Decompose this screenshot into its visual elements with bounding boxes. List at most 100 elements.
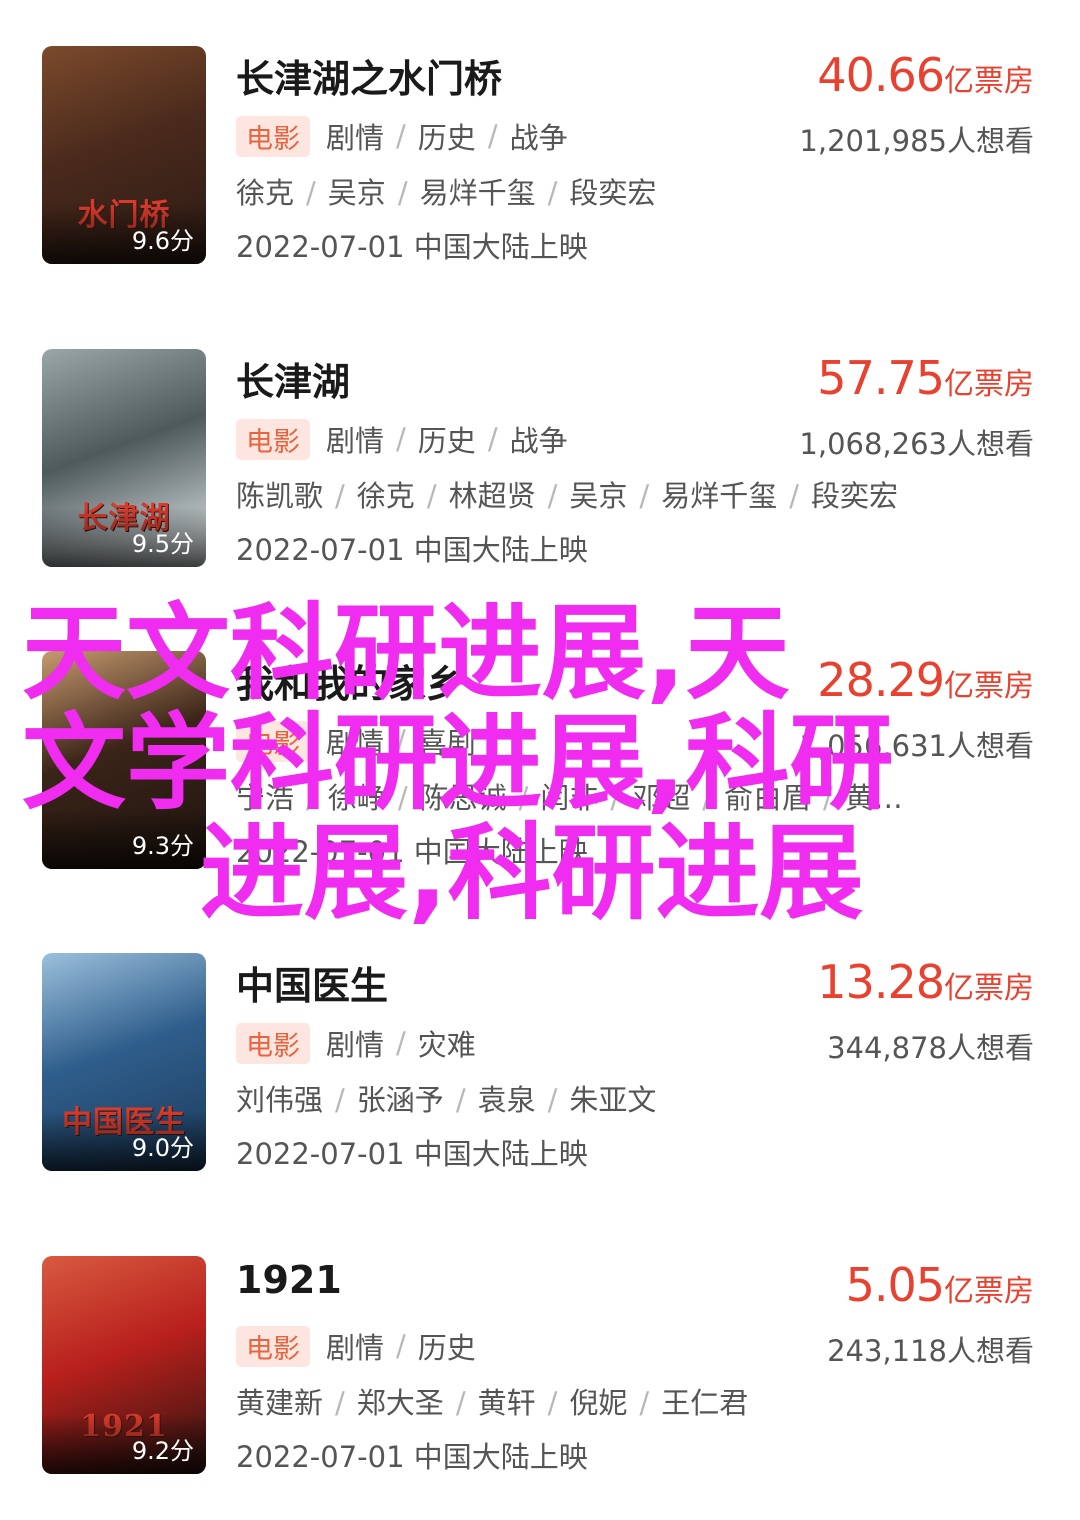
- rating-score: 9.6分: [131, 227, 194, 255]
- separator: /: [639, 1386, 650, 1420]
- category-tag: 电影: [236, 1325, 310, 1367]
- release-info: 2022-07-01 中国大陆上映: [236, 533, 588, 567]
- separator: /: [335, 479, 345, 513]
- movie-title[interactable]: 我和我的家乡: [236, 653, 464, 708]
- movie-list-item[interactable]: 19219.2分 1921 5.05亿票房电影剧情 / 历史 243,118人想看黄建新 /…: [0, 1256, 1080, 1496]
- box-office-unit: 亿票房: [944, 971, 1034, 1006]
- separator: /: [547, 479, 558, 513]
- want-to-watch-count: 1,056,631人想看: [799, 729, 1034, 763]
- box-office-unit: 亿票房: [944, 1274, 1034, 1309]
- genre-label: 灾难: [417, 1028, 476, 1062]
- genre-label: 战争: [509, 424, 568, 458]
- category-tag: 电影: [236, 720, 310, 762]
- separator: /: [487, 119, 498, 153]
- box-office-unit: 亿票房: [944, 64, 1034, 99]
- genre-label: 剧情: [326, 424, 385, 458]
- movie-list-item[interactable]: 水门桥9.6分长津湖之水门桥 40.66亿票房电影剧情 / 历史 / 战争 1,201,98…: [0, 46, 1080, 286]
- cast-name: 邓超: [632, 781, 691, 815]
- separator: /: [547, 1083, 558, 1117]
- cast-list: 黄建新 / 郑大圣 / 黄轩 / 倪妮 / 王仁君: [236, 1380, 1036, 1422]
- cast-name: 林超贤: [448, 479, 536, 513]
- genre-row: 电影 剧情 / 历史 / 战争: [236, 418, 568, 460]
- genre-label: 剧情: [326, 1028, 385, 1062]
- movie-title[interactable]: 长津湖: [236, 351, 350, 406]
- separator: /: [702, 781, 712, 815]
- cast-name: 易烊千玺: [661, 479, 778, 513]
- genre-row: 电影 剧情 / 灾难: [236, 1022, 476, 1064]
- category-tag: 电影: [236, 115, 310, 157]
- cast-list: 宁浩 / 徐峥 / 陈思诚 / 闫非 / 邓超 / 俞白眉 / 黄…: [236, 775, 1036, 817]
- category-tag: 电影: [236, 1022, 310, 1064]
- want-to-watch-count: 344,878人想看: [827, 1031, 1034, 1065]
- movie-list-item[interactable]: 9.3分 我和我的家乡 28.29亿票房电影 剧情 / 喜剧 1,056,631人想看宁浩 /…: [0, 651, 1080, 891]
- genre-label: 历史: [417, 1331, 476, 1365]
- genre-label: 喜剧: [417, 726, 476, 760]
- genre-label: 剧情: [326, 726, 385, 760]
- separator: /: [396, 724, 406, 758]
- separator: /: [396, 119, 406, 153]
- cast-name: 段奕宏: [810, 479, 898, 513]
- movie-title[interactable]: 1921: [236, 1258, 342, 1302]
- rating-score: 9.2分: [131, 1437, 194, 1465]
- cast-list: 陈凯歌 / 徐克 / 林超贤 / 吴京 / 易烊千玺 / 段奕宏: [236, 473, 1036, 515]
- box-office-value: 28.29: [817, 653, 945, 707]
- separator: /: [823, 781, 833, 815]
- box-office: 5.05亿票房: [846, 1258, 1034, 1312]
- movie-title[interactable]: 长津湖之水门桥: [236, 48, 502, 103]
- box-office-value: 57.75: [817, 351, 945, 405]
- genre-label: 历史: [417, 121, 476, 155]
- cast-name: 吴京: [327, 176, 386, 210]
- separator: /: [396, 1026, 406, 1060]
- cast-name: 黄…: [844, 781, 903, 815]
- movie-poster[interactable]: 长津湖9.5分: [42, 349, 206, 567]
- cast-name: 闫非: [540, 781, 599, 815]
- release-info: 2022-07-01 中国大陆上映: [236, 230, 588, 264]
- release-info: 2022-07-01 中国大陆上映: [236, 835, 588, 869]
- movie-list-page: 水门桥9.6分长津湖之水门桥40.66亿票房电影剧情/历史/战争1,201,98…: [0, 0, 1080, 1520]
- cast-name: 俞白眉: [723, 781, 811, 815]
- movie-poster[interactable]: 19219.2分: [42, 1256, 206, 1474]
- rating-score: 9.0分: [131, 1134, 194, 1162]
- movie-list-item[interactable]: 中国医生9.0分中国医生 13.28亿票房电影剧情 / 灾难 344,878人想看刘伟强…: [0, 953, 1080, 1193]
- box-office: 57.75亿票房: [817, 351, 1034, 405]
- cast-name: 宁浩: [236, 781, 295, 815]
- separator: /: [397, 781, 408, 815]
- box-office-value: 5.05: [845, 1258, 945, 1312]
- cast-name: 易烊千玺: [419, 176, 536, 210]
- separator: /: [426, 479, 437, 513]
- movie-poster[interactable]: 中国医生9.0分: [42, 953, 206, 1171]
- want-to-watch-count: 1,068,263人想看: [799, 427, 1034, 461]
- box-office: 40.66亿票房: [817, 48, 1034, 102]
- separator: /: [335, 1083, 345, 1117]
- box-office-unit: 亿票房: [944, 669, 1034, 704]
- cast-name: 陈思诚: [419, 781, 507, 815]
- cast-name: 徐克: [236, 176, 295, 210]
- movie-poster[interactable]: 水门桥9.6分: [42, 46, 206, 264]
- cast-name: 陈凯歌: [236, 479, 324, 513]
- genre-row: 电影 剧情 / 喜剧: [236, 720, 476, 762]
- rating-score: 9.3分: [131, 832, 194, 860]
- movie-list-item[interactable]: 长津湖9.5分长津湖 57.75亿票房电影剧情 / 历史 / 战争 1,068,263人想看…: [0, 349, 1080, 589]
- cast-name: 徐峥: [327, 781, 386, 815]
- separator: /: [335, 1386, 345, 1420]
- separator: /: [306, 176, 316, 210]
- separator: /: [547, 1386, 558, 1420]
- cast-name: 倪妮: [569, 1386, 628, 1420]
- cast-name: 徐克: [356, 479, 415, 513]
- genre-label: 历史: [417, 424, 476, 458]
- cast-name: 王仁君: [661, 1386, 749, 1420]
- cast-name: 袁泉: [477, 1083, 536, 1117]
- separator: /: [396, 1329, 406, 1363]
- want-to-watch-count: 243,118人想看: [827, 1334, 1034, 1368]
- cast-name: 刘伟强: [236, 1083, 324, 1117]
- separator: /: [455, 1386, 466, 1420]
- rating-score: 9.5分: [131, 530, 194, 558]
- cast-name: 张涵予: [356, 1083, 444, 1117]
- genre-row: 电影 剧情 / 历史: [236, 1325, 476, 1367]
- separator: /: [789, 479, 799, 513]
- movie-poster[interactable]: 9.3分: [42, 651, 206, 869]
- cast-list: 徐克 / 吴京 / 易烊千玺 / 段奕宏: [236, 170, 1036, 212]
- genre-label: 剧情: [326, 1331, 385, 1365]
- separator: /: [487, 422, 498, 456]
- movie-title[interactable]: 中国医生: [236, 955, 388, 1010]
